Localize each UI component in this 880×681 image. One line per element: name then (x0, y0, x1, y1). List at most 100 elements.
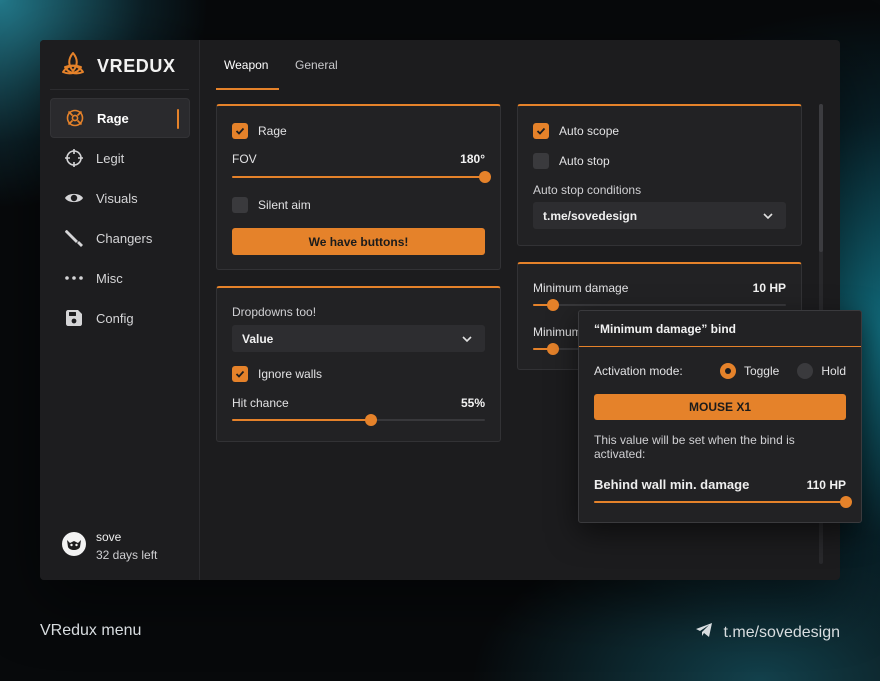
rage-card: Rage FOV 180° Silent aim We have buttons… (216, 104, 501, 270)
chevron-down-icon (763, 213, 773, 220)
rage-checkbox-row[interactable]: Rage (232, 123, 485, 139)
bind-note: This value will be set when the bind is … (594, 433, 795, 461)
fov-row: FOV 180° (232, 152, 485, 166)
subscription-status: 32 days left (96, 548, 158, 562)
rage-checkbox[interactable] (232, 123, 248, 139)
value-dropdown[interactable]: Value (232, 325, 485, 352)
key-bind-button[interactable]: MOUSE X1 (594, 394, 846, 420)
dropdown-value: Value (242, 331, 274, 346)
fov-label: FOV (232, 152, 257, 166)
behind-wall-row: Behind wall min. damage 110 HP (594, 477, 846, 492)
auto-stop-conditions-dropdown[interactable]: t.me/sovedesign (533, 202, 786, 229)
user-info: sove 32 days left (96, 530, 157, 562)
behind-wall-slider[interactable] (594, 496, 852, 508)
slider-knob[interactable] (547, 343, 560, 355)
user-profile[interactable]: sove 32 days left (62, 530, 157, 562)
sidebar-item-rage[interactable]: Rage (50, 98, 190, 138)
sidebar-nav: Rage Legit Visuals Changers Misc Config (50, 98, 190, 338)
tab-weapon[interactable]: Weapon (224, 58, 268, 72)
auto-scope-row[interactable]: Auto scope (533, 123, 786, 139)
slider-knob[interactable] (479, 171, 491, 183)
sidebar-item-visuals[interactable]: Visuals (50, 178, 190, 218)
slider-knob[interactable] (365, 414, 378, 426)
scrollbar-thumb[interactable] (819, 104, 823, 252)
footer-link-text: t.me/sovedesign (723, 623, 840, 641)
auto-stop-label: Auto stop (559, 154, 610, 168)
slider-knob[interactable] (840, 496, 852, 508)
active-tab-indicator (216, 88, 279, 90)
auto-scope-checkbox[interactable] (533, 123, 549, 139)
sidebar-item-label: Visuals (96, 190, 138, 206)
hold-label: Hold (821, 364, 846, 378)
dots-icon (64, 268, 84, 288)
radio-toggle[interactable]: Toggle (719, 363, 780, 379)
activation-mode-label: Activation mode: (594, 364, 683, 378)
behind-wall-value: 110 HP (806, 477, 846, 492)
sidebar-item-changers[interactable]: Changers (50, 218, 190, 258)
footer-link[interactable]: t.me/sovedesign (695, 622, 840, 643)
chevron-down-icon (462, 336, 472, 343)
check-icon (235, 370, 245, 378)
behind-wall-label: Behind wall min. damage (594, 477, 750, 492)
fov-value: 180° (460, 152, 485, 166)
user-name: sove (96, 530, 122, 544)
save-icon (64, 308, 84, 328)
dropdown-value: t.me/sovedesign (543, 208, 638, 223)
scope-card: Auto scope Auto stop Auto stop condition… (517, 104, 802, 246)
min-damage-label: Minimum damage (533, 281, 629, 295)
brand: VREDUX (59, 50, 176, 83)
ignore-walls-row[interactable]: Ignore walls (232, 366, 485, 382)
min-damage-value: 10 HP (752, 281, 786, 295)
silent-aim-row[interactable]: Silent aim (232, 197, 485, 213)
bind-popup: “Minimum damage” bind Activation mode: T… (578, 310, 862, 523)
toggle-label: Toggle (743, 364, 780, 378)
knife-icon (64, 228, 84, 248)
fov-slider[interactable] (232, 171, 491, 183)
rage-label: Rage (258, 124, 287, 138)
second-damage-label: Minimum (533, 325, 582, 339)
slider-knob[interactable] (547, 299, 560, 311)
rage-icon (65, 108, 85, 128)
min-damage-row: Minimum damage 10 HP (533, 281, 786, 295)
telegram-icon (695, 622, 713, 643)
avatar (62, 531, 86, 561)
sidebar-item-label: Misc (96, 270, 123, 286)
popup-header: “Minimum damage” bind (579, 311, 861, 347)
hold-radio[interactable] (797, 363, 814, 379)
radio-hold[interactable]: Hold (797, 363, 846, 379)
check-icon (235, 127, 245, 135)
sidebar-item-config[interactable]: Config (50, 298, 190, 338)
crosshair-icon (64, 148, 84, 168)
hit-chance-label: Hit chance (232, 396, 289, 410)
activation-mode-row: Activation mode: Toggle Hold (594, 363, 846, 379)
tab-bar: Weapon General (200, 40, 840, 90)
toggle-radio[interactable] (719, 363, 736, 379)
hit-chance-value: 55% (460, 396, 485, 410)
auto-stop-conditions-label: Auto stop conditions (533, 183, 642, 197)
eye-icon (64, 188, 84, 208)
ignore-walls-label: Ignore walls (258, 367, 323, 381)
divider (50, 89, 189, 90)
sidebar-item-label: Changers (96, 230, 153, 246)
dropdown-title: Dropdowns too! (232, 305, 317, 319)
sidebar-item-label: Legit (96, 150, 125, 166)
ignore-walls-checkbox[interactable] (232, 366, 248, 382)
silent-aim-checkbox[interactable] (232, 197, 248, 213)
hit-chance-slider[interactable] (232, 414, 485, 426)
sidebar-item-misc[interactable]: Misc (50, 258, 190, 298)
sidebar-item-legit[interactable]: Legit (50, 138, 190, 178)
hit-chance-row: Hit chance 55% (232, 396, 485, 410)
check-icon (536, 127, 546, 135)
auto-stop-row[interactable]: Auto stop (533, 153, 786, 169)
silent-aim-label: Silent aim (258, 198, 311, 212)
app-title: VREDUX (97, 55, 176, 76)
sidebar: VREDUX Rage Legit Visuals Changers Misc … (40, 40, 200, 580)
tab-general[interactable]: General (295, 58, 338, 72)
auto-stop-checkbox[interactable] (533, 153, 549, 169)
sidebar-item-label: Rage (97, 110, 129, 126)
popup-title: “Minimum damage” bind (594, 322, 737, 336)
sidebar-item-label: Config (96, 310, 134, 326)
triquetra-logo-icon (59, 50, 87, 83)
dropdown-card: Dropdowns too! Value Ignore walls Hit ch… (216, 286, 501, 442)
buttons-demo-button[interactable]: We have buttons! (232, 228, 485, 255)
